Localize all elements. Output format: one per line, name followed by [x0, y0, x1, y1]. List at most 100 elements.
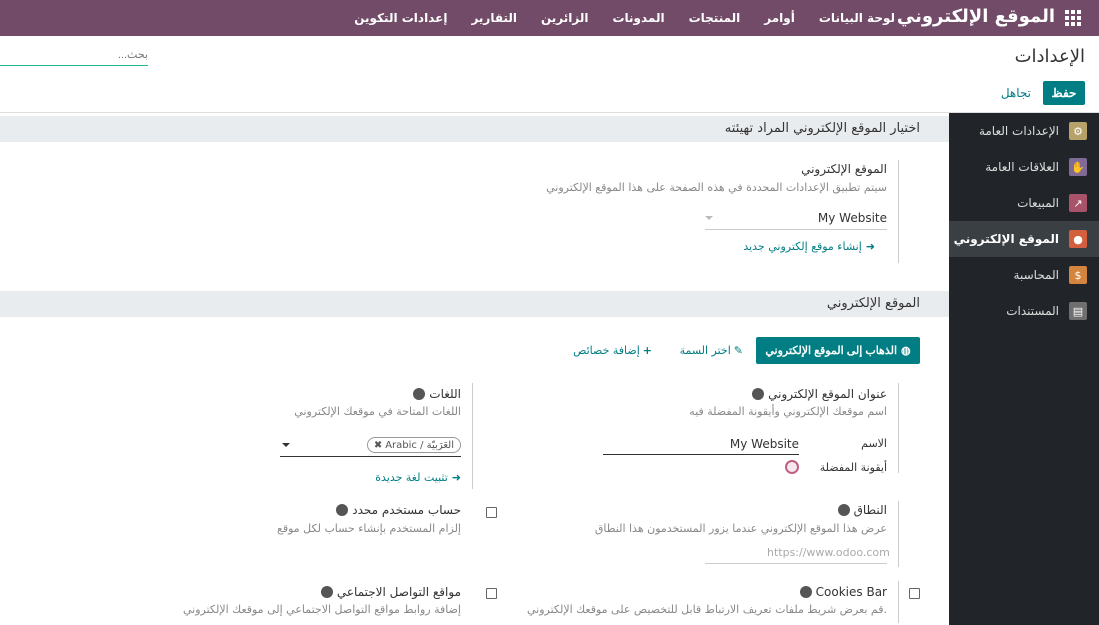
social-media-checkbox[interactable]: [486, 588, 497, 599]
menu-orders[interactable]: أوامر: [752, 11, 807, 25]
sidebar-item-public-relations[interactable]: ✋ العلاقات العامة: [949, 149, 1099, 185]
sidebar-item-sales[interactable]: ↗ المبيعات: [949, 185, 1099, 221]
create-website-link[interactable]: ➜ إنشاء موقع إلكتروني جديد: [743, 240, 875, 253]
top-navbar: الموقع الإلكتروني لوحة البيانات أوامر ال…: [0, 0, 1099, 36]
sidebar-item-label: المستندات: [1006, 304, 1059, 318]
add-features-label: إضافة خصائص: [573, 344, 640, 357]
setting-divider: [898, 160, 899, 263]
website-field-description: سيتم تطبيق الإعدادات المحددة في هذه الصف…: [546, 181, 887, 194]
website-select[interactable]: My Website: [705, 208, 887, 230]
chevron-down-icon: [705, 216, 713, 220]
menu-visitors[interactable]: الزائرين: [529, 11, 600, 25]
site-name-value: My Website: [729, 437, 799, 451]
menu-reports[interactable]: التقارير: [459, 11, 529, 25]
social-media-description: إضافة روابط مواقع التواصل الاجتماعي إلى …: [182, 603, 461, 616]
social-media-label: مواقع التواصل الاجتماعي: [336, 585, 461, 599]
arrow-right-icon: ➜: [865, 240, 875, 253]
go-to-website-label: الذهاب إلى الموقع الإلكتروني: [765, 345, 898, 357]
choose-theme-button[interactable]: ✎ اختر السمة: [680, 344, 743, 357]
website-select-value: My Website: [817, 211, 887, 225]
arrow-right-icon: ➜: [451, 471, 461, 484]
site-name-label: الاسم: [861, 437, 887, 450]
language-tag[interactable]: ✖ Arabic / العَرَبيّة: [366, 437, 461, 453]
section-title: اختيار الموقع الإلكتروني المراد تهيئته: [724, 121, 920, 136]
discard-button[interactable]: تجاهل: [997, 81, 1035, 105]
documents-icon: ▤: [1069, 302, 1087, 320]
menu-dashboard[interactable]: لوحة البيانات: [807, 11, 907, 25]
languages-description: اللغات المتاحة في موقعك الإلكتروني: [294, 405, 461, 418]
chevron-down-icon[interactable]: [282, 443, 290, 447]
languages-label: اللغات: [429, 387, 461, 401]
tag-remove-icon[interactable]: ✖: [374, 440, 382, 451]
language-tag-label: Arabic / العَرَبيّة: [385, 439, 454, 451]
plus-icon: +: [642, 344, 652, 357]
page-title: الإعدادات: [1014, 46, 1085, 67]
specific-account-heading: حساب مستخدم محدد: [336, 503, 461, 517]
sidebar-item-website[interactable]: ● الموقع الإلكتروني: [949, 221, 1099, 257]
menu-blogs[interactable]: المدونات: [600, 11, 676, 25]
install-language-label: تثبيت لغة جديدة: [375, 471, 448, 484]
sidebar-item-label: الموقع الإلكتروني: [953, 232, 1059, 246]
save-button[interactable]: حفظ: [1043, 81, 1085, 105]
menu-configuration[interactable]: إعدادات التكوين: [342, 11, 459, 25]
site-name-input[interactable]: My Website: [603, 435, 799, 455]
site-title-description: اسم موقعك الإلكتروني وأيقونة المفضلة فيه: [689, 405, 887, 418]
site-title-label: عنوان الموقع الإلكتروني: [768, 387, 887, 401]
favicon-image[interactable]: [785, 460, 799, 474]
section-title: الموقع الإلكتروني: [826, 296, 920, 311]
choose-theme-label: اختر السمة: [679, 344, 731, 357]
top-menu: لوحة البيانات أوامر المنتجات المدونات ال…: [342, 0, 907, 36]
domain-description: عرض هذا الموقع الإلكتروني عندما يزور الم…: [594, 522, 887, 535]
website-field-label: الموقع الإلكتروني: [801, 162, 887, 176]
globe-icon: ●: [1069, 230, 1087, 248]
domain-input[interactable]: https://www.odoo.com: [705, 544, 890, 564]
section-header-choose-website: اختيار الموقع الإلكتروني المراد تهيئته: [0, 116, 949, 142]
cookies-bar-label: Cookies Bar: [815, 585, 887, 599]
setting-divider: [898, 501, 899, 567]
settings-sidebar: ⚙ الإعدادات العامة ✋ العلاقات العامة ↗ ا…: [949, 113, 1099, 625]
search-input[interactable]: [0, 44, 148, 66]
gear-icon: ⚙: [1069, 122, 1087, 140]
invoice-icon: $: [1069, 266, 1087, 284]
add-features-button[interactable]: + إضافة خصائص: [573, 344, 652, 357]
site-title-heading: عنوان الموقع الإلكتروني: [752, 387, 887, 401]
favicon-label: أيقونة المفضلة: [819, 461, 887, 474]
globe-icon: [413, 388, 426, 400]
globe-icon: ◍: [901, 345, 911, 357]
sidebar-item-general-settings[interactable]: ⚙ الإعدادات العامة: [949, 113, 1099, 149]
sidebar-item-label: العلاقات العامة: [985, 160, 1059, 174]
specific-account-checkbox[interactable]: [486, 507, 497, 518]
apps-grid-icon[interactable]: [1065, 10, 1081, 26]
sidebar-item-documents[interactable]: ▤ المستندات: [949, 293, 1099, 329]
sidebar-item-accounting[interactable]: $ المحاسبة: [949, 257, 1099, 293]
globe-icon: [837, 504, 850, 516]
globe-icon: [752, 388, 765, 400]
cookies-bar-heading: Cookies Bar: [799, 585, 887, 599]
setting-divider: [898, 383, 899, 473]
section-header-website: الموقع الإلكتروني: [0, 291, 949, 317]
domain-label: النطاق: [853, 503, 887, 517]
social-media-heading: مواقع التواصل الاجتماعي: [320, 585, 461, 599]
install-language-link[interactable]: ➜ تثبيت لغة جديدة: [375, 471, 461, 484]
settings-main: اختيار الموقع الإلكتروني المراد تهيئته ا…: [0, 113, 949, 625]
sidebar-item-label: المبيعات: [1017, 196, 1059, 210]
cookies-bar-checkbox[interactable]: [909, 588, 920, 599]
go-to-website-button[interactable]: ◍ الذهاب إلى الموقع الإلكتروني: [756, 337, 920, 364]
app-brand[interactable]: الموقع الإلكتروني: [897, 6, 1055, 27]
sidebar-item-label: الإعدادات العامة: [978, 124, 1059, 138]
setting-divider: [472, 383, 473, 489]
cookies-bar-description: قم بعرض شريط ملفات تعريف الارتباط قابل ل…: [526, 603, 887, 616]
globe-icon: [799, 586, 812, 598]
menu-products[interactable]: المنتجات: [677, 11, 753, 25]
create-website-label: إنشاء موقع إلكتروني جديد: [743, 240, 862, 253]
globe-icon: [320, 586, 333, 598]
chart-icon: ↗: [1069, 194, 1087, 212]
globe-icon: [336, 504, 349, 516]
domain-placeholder: https://www.odoo.com: [767, 546, 890, 559]
setting-divider: [898, 581, 899, 623]
paintbrush-icon: ✎: [733, 344, 743, 357]
handshake-icon: ✋: [1069, 158, 1087, 176]
specific-account-label: حساب مستخدم محدد: [352, 503, 461, 517]
specific-account-description: إلزام المستخدم بإنشاء حساب لكل موقع: [277, 522, 461, 535]
languages-field[interactable]: ✖ Arabic / العَرَبيّة: [280, 435, 461, 457]
